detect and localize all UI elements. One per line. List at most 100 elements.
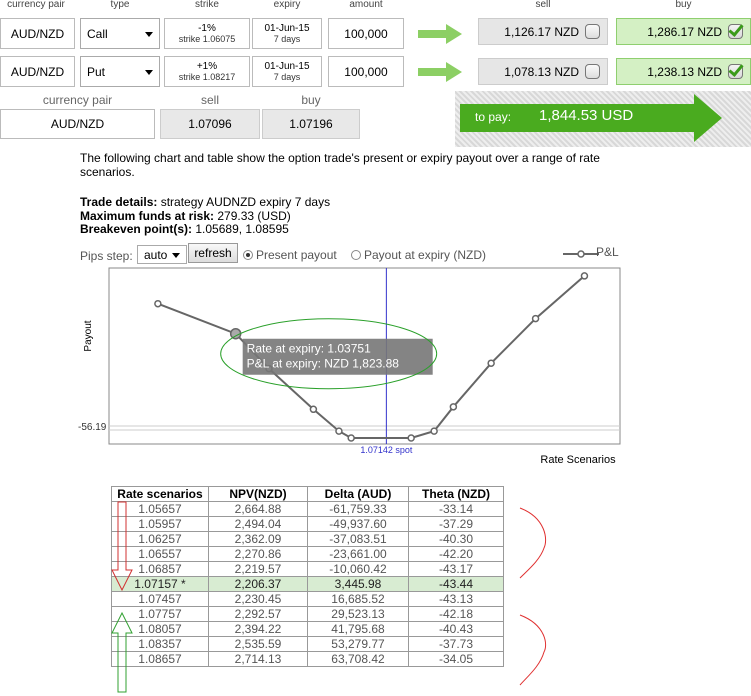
- braces: [519, 507, 547, 686]
- cell-npv: 2,494.04: [208, 516, 308, 532]
- cell-npv: 2,714.13: [208, 651, 308, 667]
- col-npv: NPV(NZD): [208, 486, 308, 502]
- data-point[interactable]: [580, 272, 589, 280]
- leg-expiry[interactable]: 01-Jun-15 7 days: [252, 18, 322, 49]
- spot-sell: 1.07096: [160, 109, 260, 139]
- leg-amount-input[interactable]: 100,000: [328, 56, 404, 87]
- up-arrow-icon: [111, 611, 133, 693]
- pips-label: Pips step:: [80, 249, 133, 263]
- table-row: 1.07457 2,230.45 16,685.52 -43.13: [111, 591, 504, 607]
- table-row: 1.07757 2,292.57 29,523.13 -42.18: [111, 606, 504, 622]
- expiry-payout-radio[interactable]: [351, 250, 361, 260]
- leg-type-select[interactable]: Call: [80, 18, 160, 49]
- cell-theta: -33.14: [408, 501, 504, 517]
- cell-npv: 2,664.88: [208, 501, 308, 517]
- table-row: 1.06257 2,362.09 -37,083.51 -40.30: [111, 531, 504, 547]
- buy-price: 1,286.17 NZD: [647, 24, 722, 39]
- cell-delta: 53,279.77: [307, 636, 409, 652]
- present-payout-radio[interactable]: [243, 250, 253, 260]
- cell-npv: 2,362.09: [208, 531, 308, 547]
- pay-amount: 1,844.53 USD: [539, 107, 634, 124]
- tooltip-line-2: P&L at expiry: NZD 1,823.88: [247, 357, 400, 371]
- sell-price-button[interactable]: 1,078.13 NZD: [478, 58, 608, 85]
- cell-theta: -43.13: [408, 591, 504, 607]
- cell-delta: 41,795.68: [307, 621, 409, 637]
- header-strike: strike: [195, 0, 219, 10]
- cell-delta: 3,445.98: [307, 576, 409, 592]
- strike-value: strike 1.08217: [178, 71, 236, 82]
- buy-price: 1,238.13 NZD: [647, 64, 722, 79]
- buy-checkbox[interactable]: [728, 64, 743, 79]
- buy-price-button[interactable]: 1,238.13 NZD: [616, 58, 751, 85]
- leg-pair: AUD/NZD: [0, 56, 75, 87]
- table-row: 1.08057 2,394.22 41,795.68 -40.43: [111, 621, 504, 637]
- cell-theta: -42.20: [408, 546, 504, 562]
- cell-theta: -40.43: [408, 621, 504, 637]
- leg-strike[interactable]: -1% strike 1.06075: [164, 18, 250, 49]
- pips-value: auto: [144, 247, 168, 262]
- cell-theta: -34.05: [408, 651, 504, 667]
- leg-type-select[interactable]: Put: [80, 56, 160, 87]
- leg-amount-input[interactable]: 100,000: [328, 18, 404, 49]
- expiry-payout-label: Payout at expiry (NZD): [364, 248, 487, 262]
- brace-upper-icon: [519, 507, 547, 579]
- payout-chart: 1.07142 spot Rate at expiry: 1.03751P&L a…: [78, 267, 621, 466]
- max-funds-value: 279.33 (USD): [217, 209, 291, 223]
- data-point[interactable]: [487, 359, 495, 367]
- legend-line-icon: [563, 250, 599, 258]
- cell-npv: 2,394.22: [208, 621, 308, 637]
- cell-theta: -42.18: [408, 606, 504, 622]
- expiry-days: 7 days: [273, 33, 301, 44]
- data-point[interactable]: [531, 314, 540, 323]
- chevron-down-icon: [145, 69, 153, 75]
- cell-delta: -61,759.33: [307, 501, 409, 517]
- data-point[interactable]: [309, 405, 318, 414]
- spot-sell-label: sell: [200, 93, 219, 107]
- max-funds-label: Maximum funds at risk:: [80, 209, 215, 223]
- header-buy: buy: [675, 0, 692, 10]
- data-point[interactable]: [347, 434, 355, 442]
- data-point[interactable]: [154, 299, 162, 308]
- buy-price-button[interactable]: 1,286.17 NZD: [616, 18, 751, 45]
- cell-theta: -40.30: [408, 531, 504, 547]
- cell-theta: -43.44: [408, 576, 504, 592]
- breakeven-label: Breakeven point(s):: [80, 222, 193, 236]
- table-row-spot: 1.07157 * 2,206.37 3,445.98 -43.44: [111, 576, 504, 592]
- chevron-down-icon: [145, 31, 153, 37]
- arrow-right-icon: [418, 24, 462, 44]
- cell-theta: -37.73: [408, 636, 504, 652]
- header-amount: amount: [349, 0, 383, 10]
- buy-checkbox[interactable]: [728, 24, 743, 39]
- breakeven-value: 1.05689, 1.08595: [195, 222, 289, 236]
- description-text: The following chart and table show the o…: [80, 151, 600, 179]
- cell-npv: 2,230.45: [208, 591, 308, 607]
- leg-expiry[interactable]: 01-Jun-15 7 days: [252, 56, 322, 87]
- max-funds: Maximum funds at risk: 279.33 (USD): [80, 209, 291, 223]
- data-point[interactable]: [449, 403, 458, 411]
- table-row: 1.06557 2,270.86 -23,661.00 -42.20: [111, 546, 504, 562]
- refresh-button[interactable]: refresh: [188, 243, 238, 263]
- breakeven: Breakeven point(s): 1.05689, 1.08595: [80, 222, 289, 236]
- cell-delta: -37,083.51: [307, 531, 409, 547]
- spot-label: 1.07142 spot: [360, 445, 413, 455]
- data-point[interactable]: [335, 427, 343, 435]
- spot-pair-label: currency pair: [42, 93, 113, 107]
- leg-pair: AUD/NZD: [0, 18, 75, 49]
- table-row: 1.08357 2,535.59 53,279.77 -37.73: [111, 636, 504, 652]
- header-expiry: expiry: [273, 0, 301, 10]
- trade-details: Trade details: strategy AUDNZD expiry 7 …: [80, 195, 330, 209]
- cell-delta: 63,708.42: [307, 651, 409, 667]
- cell-theta: -37.29: [408, 516, 504, 532]
- leg-strike[interactable]: +1% strike 1.08217: [164, 56, 250, 87]
- sell-price-button[interactable]: 1,126.17 NZD: [478, 18, 608, 45]
- data-point[interactable]: [407, 434, 415, 442]
- sell-checkbox[interactable]: [585, 24, 600, 39]
- brace-lower-icon: [519, 614, 547, 686]
- table-row: 1.08657 2,714.13 63,708.42 -34.05: [111, 651, 504, 667]
- legend-label: P&L: [596, 245, 619, 259]
- sell-checkbox[interactable]: [585, 64, 600, 79]
- data-point[interactable]: [430, 427, 438, 435]
- cell-delta: -23,661.00: [307, 546, 409, 562]
- scenario-table: Rate scenarios NPV(NZD) Delta (AUD) Thet…: [111, 486, 504, 667]
- spot-pair: AUD/NZD: [0, 109, 155, 139]
